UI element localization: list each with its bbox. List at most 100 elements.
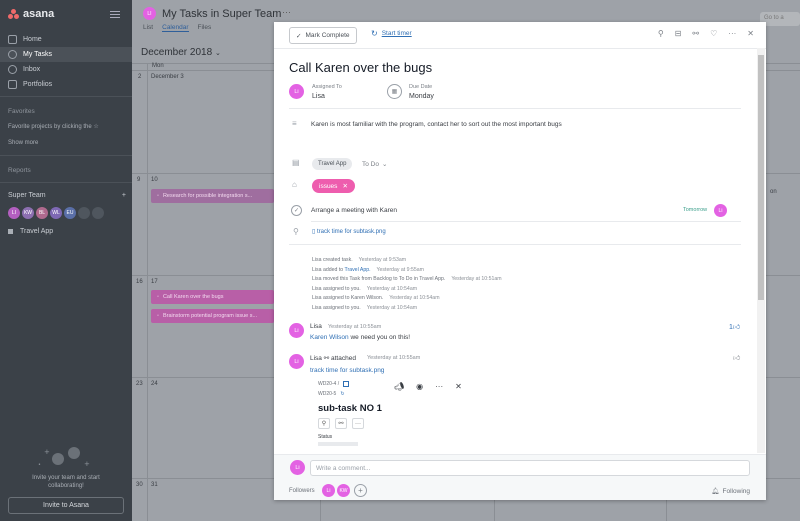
tab-calendar[interactable]: Calendar [162, 24, 189, 32]
subtask-due-date[interactable]: Tomorrow [683, 207, 707, 213]
avatar: Li [290, 460, 305, 475]
calendar-task[interactable]: ◦ Brainstorm potential program issue s... [151, 309, 274, 323]
collapse-sidebar-icon[interactable] [110, 11, 120, 18]
logo-icon [8, 9, 20, 19]
sidebar-item-label: My Tasks [23, 51, 53, 58]
add-team-member-icon[interactable]: + [122, 192, 126, 199]
like-button[interactable]: 1👍︎ [729, 322, 740, 331]
more-icon[interactable]: ··· [728, 29, 736, 38]
more-icon[interactable]: ··· [282, 7, 291, 17]
attachment-link[interactable]: ▯ track time for subtask.png [312, 228, 386, 235]
avatar[interactable] [92, 207, 104, 219]
calendar-month-label[interactable]: December 2018 ⌄ [141, 47, 221, 58]
avatar[interactable]: Li [289, 323, 304, 338]
more-icon[interactable]: ··· [435, 382, 443, 391]
close-icon[interactable]: ✕ [455, 382, 462, 391]
assignee-name[interactable]: Lisa [312, 93, 325, 100]
comment-author: Lisa ⚯ attached [310, 354, 356, 362]
project-label: Travel App [20, 228, 54, 235]
eye-icon[interactable]: ◉ [416, 382, 423, 391]
subtask-assignee-avatar[interactable]: Li [714, 204, 727, 217]
tab-files[interactable]: Files [198, 24, 212, 32]
story-text: Lisa created task. [312, 257, 353, 263]
story-link[interactable]: Travel App. [345, 267, 371, 273]
avatar[interactable]: EU [64, 207, 76, 219]
subtask-name[interactable]: Arrange a meeting with Karen [311, 207, 397, 214]
avatar[interactable]: BL [36, 207, 48, 219]
thumbs-up-icon[interactable]: 👍︎ [733, 353, 740, 362]
author-name[interactable]: Lisa [310, 355, 322, 362]
sidebar-item-label: Portfolios [23, 81, 53, 88]
sidebar-item-inbox[interactable]: Inbox [0, 62, 132, 77]
task-detail-pane: ✓ Mark Complete ↻ Start timer ⚲ ⊟ ⚯ ♡ ··… [274, 22, 766, 500]
remove-tag-icon[interactable]: ✕ [342, 182, 347, 190]
mention-link[interactable]: Karen Wilson [310, 334, 349, 341]
link-icon[interactable]: ⚯ [692, 29, 699, 38]
avatar[interactable]: KW [22, 207, 34, 219]
section-dropdown[interactable]: To Do ⌄ [362, 158, 387, 170]
calendar-task[interactable]: ◦ Research for possible integration s... [151, 189, 274, 203]
list-item: Lisa assigned to Karen Wilson. Yesterday … [312, 294, 502, 304]
task-title[interactable]: Call Karen over the bugs [289, 60, 432, 75]
following-button[interactable]: 🔔︎ Following [711, 487, 750, 496]
avatar[interactable]: WL [50, 207, 62, 219]
tag-pill[interactable]: issues ✕ [312, 179, 355, 193]
view-tabs: List Calendar Files [143, 24, 211, 32]
sidebar-item-my-tasks[interactable]: My Tasks [0, 47, 132, 62]
avatar[interactable] [78, 207, 90, 219]
avatar[interactable]: LI [8, 207, 20, 219]
sidebar-item-travel-app[interactable]: Travel App [8, 228, 53, 235]
avatar[interactable]: LI [143, 7, 156, 20]
day-number: 10 [151, 177, 158, 183]
paperclip-icon[interactable]: ⚲ [293, 227, 299, 236]
team-header[interactable]: Super Team + [8, 192, 126, 199]
invite-button[interactable]: Invite to Asana [8, 497, 124, 514]
megaphone-icon[interactable]: 📣︎ [394, 382, 404, 391]
tab-list[interactable]: List [143, 24, 153, 32]
timestamp: Yesterday at 10:55am [367, 355, 421, 361]
calendar-task[interactable]: ◦ Call Karen over the bugs [151, 290, 274, 304]
favorites-heading: Favorites [8, 108, 35, 115]
preview-status-bar [318, 442, 358, 446]
favorites-hint: Favorite projects by clicking the ☆ [8, 124, 99, 130]
add-follower-button[interactable]: + [354, 484, 367, 497]
follower-avatar[interactable]: Li [322, 484, 335, 497]
preview-icons: ⚲ ⚯ ··· [318, 418, 468, 429]
task-description[interactable]: Karen is most familiar with the program,… [311, 121, 562, 128]
search-input[interactable]: Go to a [760, 12, 800, 26]
start-timer-button[interactable]: ↻ Start timer [371, 29, 412, 38]
check-circle-icon: ◦ [157, 193, 159, 199]
sidebar-item-home[interactable]: Home [0, 32, 132, 47]
comment-text: Karen Wilson we need you on this! [310, 334, 410, 341]
activity-feed: Lisa created task. Yesterday at 9:53am Li… [312, 256, 502, 313]
calendar-icon[interactable]: ▦ [387, 84, 402, 99]
assignee-avatar[interactable]: Li [289, 84, 304, 99]
start-timer-label: Start timer [381, 30, 412, 37]
show-more-link[interactable]: Show more [8, 140, 38, 146]
follower-avatar[interactable]: KW [337, 484, 350, 497]
like-icon[interactable]: ♡ [710, 29, 717, 38]
pin-icon[interactable]: ⚲ [658, 29, 664, 38]
comment-input[interactable]: Write a comment... [310, 460, 750, 476]
scrollbar-thumb[interactable] [758, 55, 764, 300]
attachment-link[interactable]: track time for subtask.png [310, 367, 384, 374]
thumbs-up-icon: 👍︎ [732, 324, 741, 331]
day-number: 9 [137, 177, 141, 183]
subtask-icon[interactable]: ⊟ [675, 29, 682, 38]
close-icon[interactable]: ✕ [747, 29, 754, 38]
file-icon: ▯ [312, 229, 316, 235]
day-number: December 3 [151, 74, 184, 80]
subtask-checkbox[interactable]: ✓ [291, 205, 302, 216]
due-date-value[interactable]: Monday [409, 93, 434, 100]
team-name[interactable]: Super Team [8, 192, 46, 199]
preview-id: WD20-4 / [318, 381, 340, 387]
check-circle-icon: ◦ [157, 313, 159, 319]
avatar[interactable]: Li [289, 354, 304, 369]
comment-author[interactable]: Lisa [310, 323, 322, 330]
mark-complete-button[interactable]: ✓ Mark Complete [289, 27, 357, 44]
asana-logo[interactable]: asana [8, 8, 54, 20]
invite-illustration-icon: + + • [38, 447, 90, 468]
reports-heading[interactable]: Reports [8, 167, 31, 174]
project-pill[interactable]: Travel App [312, 158, 353, 170]
sidebar-item-portfolios[interactable]: Portfolios [0, 77, 132, 92]
